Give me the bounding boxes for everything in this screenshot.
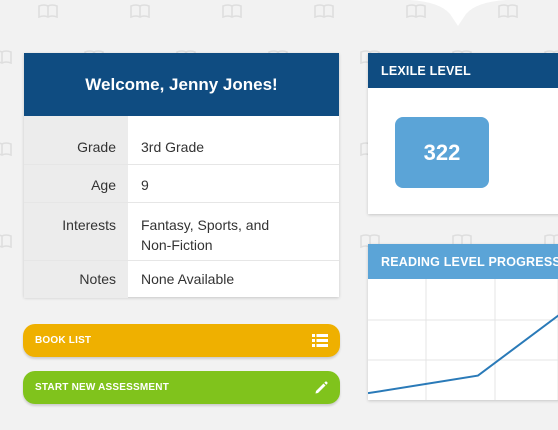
profile-row-notes: Notes None Available (24, 261, 339, 298)
lexile-level-title: LEXILE LEVEL (368, 53, 558, 88)
profile-row-grade: Grade 3rd Grade (24, 116, 339, 165)
age-value: 9 (141, 177, 149, 193)
book-icon (38, 4, 58, 18)
student-profile-card: Welcome, Jenny Jones! Grade 3rd Grade Ag… (24, 53, 339, 298)
reading-progress-title: READING LEVEL PROGRESS (368, 244, 558, 279)
lexile-level-panel: LEXILE LEVEL 322 (368, 53, 558, 214)
book-icon (130, 4, 150, 18)
book-list-label: BOOK LIST (35, 335, 92, 346)
welcome-title: Welcome, Jenny Jones! (24, 53, 339, 116)
reading-progress-panel: READING LEVEL PROGRESS (368, 244, 558, 400)
start-assessment-label: START NEW ASSESSMENT (35, 382, 170, 393)
grade-label: Grade (24, 116, 128, 164)
header-notch (410, 0, 506, 26)
notes-label: Notes (24, 261, 128, 298)
lexile-level-value: 322 (395, 117, 489, 188)
book-icon (0, 50, 12, 64)
interests-value: Fantasy, Sports, and Non-Fiction (128, 203, 339, 260)
age-label: Age (24, 165, 128, 202)
pencil-icon (314, 380, 328, 395)
profile-row-interests: Interests Fantasy, Sports, and Non-Ficti… (24, 203, 339, 261)
book-list-button[interactable]: BOOK LIST (23, 324, 340, 357)
book-icon (314, 4, 334, 18)
book-icon (222, 4, 242, 18)
progress-line (368, 314, 558, 395)
reading-progress-chart (368, 279, 558, 400)
list-icon (312, 334, 328, 347)
interests-label: Interests (24, 203, 128, 260)
notes-value: None Available (141, 271, 235, 287)
start-assessment-button[interactable]: START NEW ASSESSMENT (23, 371, 340, 404)
profile-row-age: Age 9 (24, 165, 339, 203)
interests-value-line2: Non-Fiction (141, 237, 213, 253)
interests-value-line1: Fantasy, Sports, and (141, 217, 270, 233)
book-icon (0, 142, 12, 156)
grade-value: 3rd Grade (141, 139, 205, 155)
book-icon (0, 234, 12, 248)
